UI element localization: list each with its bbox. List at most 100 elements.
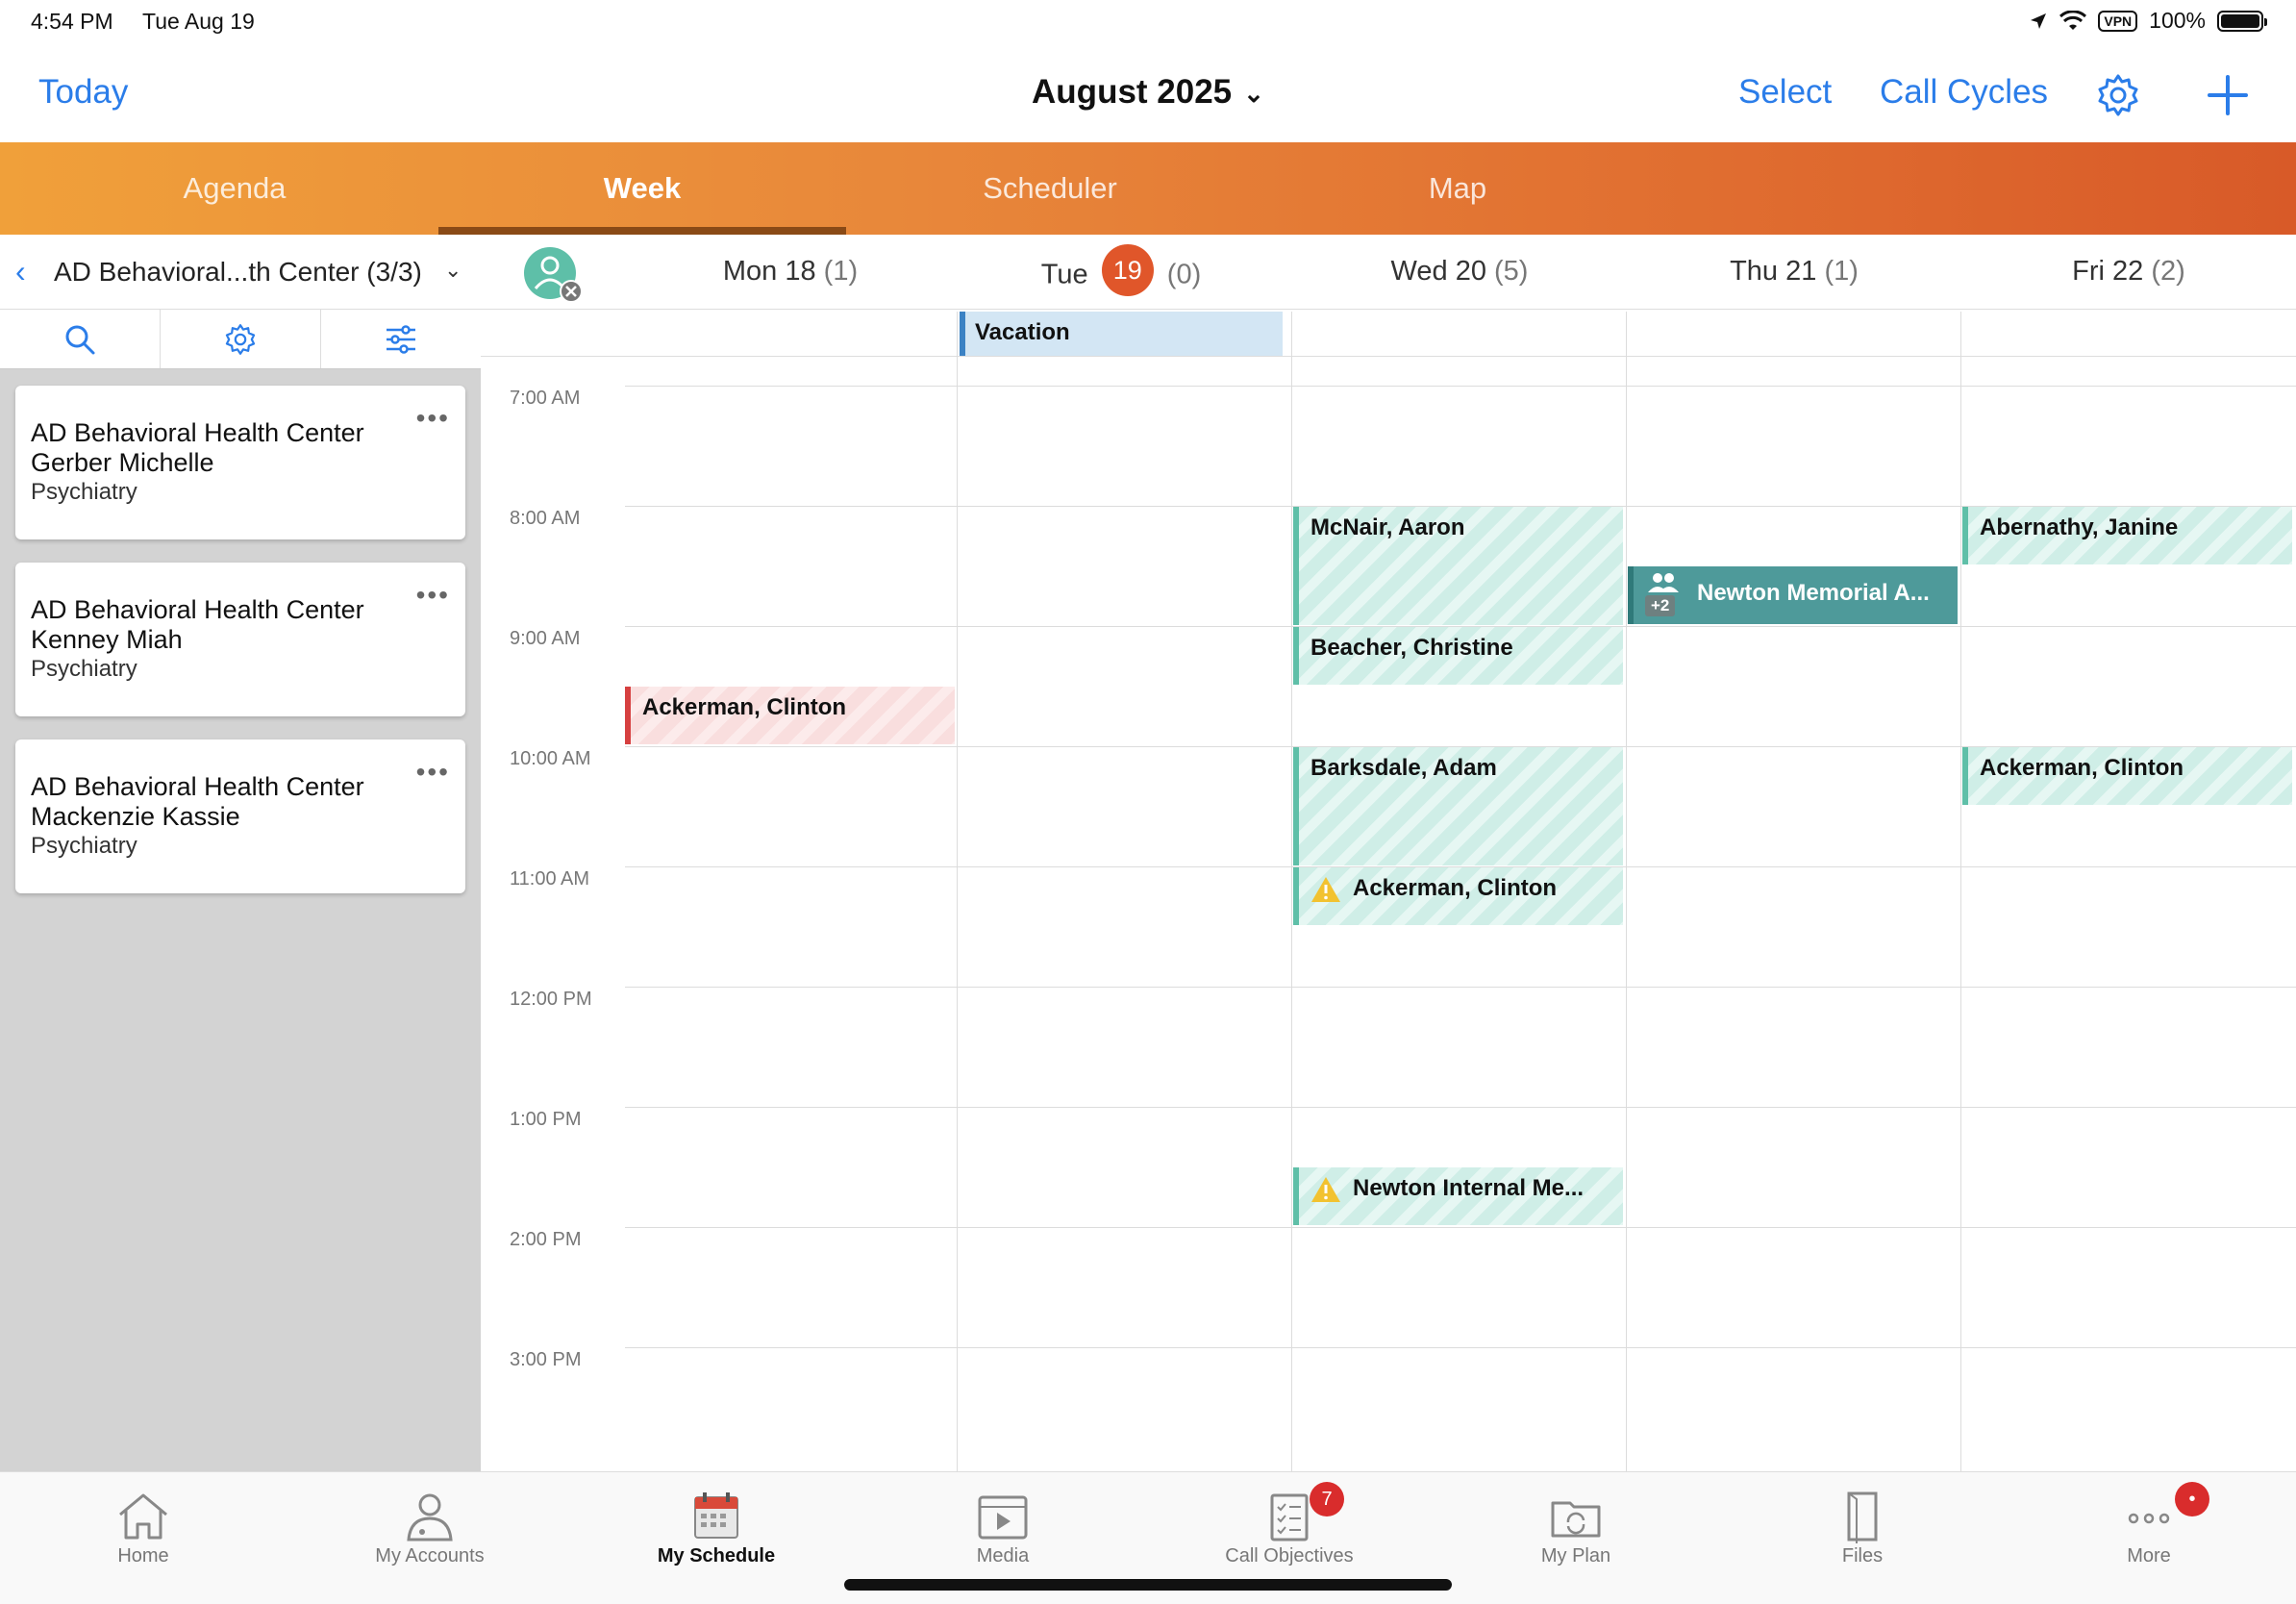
hour-line	[625, 386, 2296, 387]
more-options-icon[interactable]: •••	[416, 757, 450, 788]
day-label: Fri 22	[2072, 256, 2144, 287]
tab-map[interactable]: Map	[1254, 142, 1661, 235]
notification-dot: •	[2175, 1482, 2209, 1516]
day-header-fri[interactable]: Fri 22 (2)	[1965, 256, 2292, 288]
time-label: 3:00 PM	[510, 1349, 582, 1370]
event-ackerman-mon[interactable]: Ackerman, Clinton	[625, 687, 955, 744]
tab-my-plan[interactable]: My Plan	[1433, 1482, 1719, 1578]
sliders-icon	[387, 324, 415, 354]
specialty: Psychiatry	[31, 833, 137, 859]
vpn-badge: VPN	[2098, 10, 2138, 32]
account-card[interactable]: AD Behavioral Health Center Kenney Miah …	[15, 563, 465, 716]
user-avatar-icon[interactable]	[523, 246, 583, 304]
day-divider	[1291, 312, 1292, 1471]
view-tabs: Agenda Week Scheduler Map	[0, 142, 2296, 235]
time-label: 1:00 PM	[510, 1109, 582, 1130]
call-cycles-button[interactable]: Call Cycles	[1880, 73, 2048, 112]
tab-files[interactable]: Files	[1719, 1482, 2006, 1578]
accounts-icon	[407, 1493, 453, 1541]
event-mcnair[interactable]: McNair, Aaron	[1293, 507, 1623, 625]
calendar-icon	[694, 1492, 738, 1539]
tab-call-objectives[interactable]: 7 Call Objectives	[1146, 1482, 1433, 1578]
tab-media[interactable]: Media	[860, 1482, 1146, 1578]
tab-my-accounts[interactable]: My Accounts	[287, 1482, 573, 1578]
status-bar: 4:54 PM Tue Aug 19 VPN 100%	[0, 0, 2296, 44]
folder-sync-icon	[1551, 1501, 1601, 1538]
event-ackerman-wed[interactable]: Ackerman, Clinton	[1293, 867, 1623, 925]
chevron-down-icon[interactable]: ⌄	[444, 258, 462, 283]
gear-icon	[225, 323, 256, 355]
warning-icon	[1311, 876, 1340, 902]
search-button[interactable]	[0, 310, 161, 368]
group-icon	[1648, 573, 1679, 592]
event-beacher[interactable]: Beacher, Christine	[1293, 627, 1623, 685]
tab-week[interactable]: Week	[438, 142, 846, 235]
event-title: Newton Internal Me...	[1353, 1175, 1585, 1201]
tab-label: My Plan	[1540, 1545, 1611, 1566]
day-label: Mon 18	[722, 256, 816, 287]
event-newton-internal[interactable]: Newton Internal Me...	[1293, 1167, 1623, 1225]
account-card[interactable]: AD Behavioral Health Center Mackenzie Ka…	[15, 739, 465, 893]
time-label: 11:00 AM	[510, 868, 590, 890]
day-divider	[957, 312, 958, 1471]
search-icon	[65, 325, 95, 354]
account-panel-title: AD Behavioral...th Center (3/3)	[54, 257, 422, 287]
time-label: 2:00 PM	[510, 1229, 582, 1250]
day-header-mon[interactable]: Mon 18 (1)	[627, 256, 954, 288]
hour-line	[625, 1107, 2296, 1108]
contact-name: Kenney Miah	[31, 625, 183, 654]
event-ackerman-fri[interactable]: Ackerman, Clinton	[1962, 747, 2292, 805]
status-time: 4:54 PM	[31, 9, 113, 34]
home-icon	[119, 1493, 167, 1540]
contact-name: Gerber Michelle	[31, 448, 214, 477]
all-day-event-vacation[interactable]: Vacation	[960, 312, 1283, 356]
more-options-icon[interactable]: •••	[416, 580, 450, 611]
event-abernathy[interactable]: Abernathy, Janine	[1962, 507, 2292, 564]
active-tab-indicator	[438, 227, 846, 235]
day-label: Thu 21	[1730, 256, 1817, 287]
day-header-thu[interactable]: Thu 21 (1)	[1631, 256, 1958, 288]
account-panel: ‹ AD Behavioral...th Center (3/3) ⌄ AD B…	[0, 235, 481, 1471]
account-panel-header[interactable]: ‹ AD Behavioral...th Center (3/3) ⌄	[0, 235, 481, 310]
back-chevron-icon[interactable]: ‹	[15, 254, 26, 289]
month-title: August 2025	[1032, 73, 1233, 111]
media-icon	[978, 1495, 1028, 1540]
select-button[interactable]: Select	[1738, 73, 1832, 112]
event-newton-memorial[interactable]: +2 Newton Memorial A...	[1628, 566, 1958, 624]
location-arrow-icon	[2031, 13, 2047, 29]
tab-home[interactable]: Home	[0, 1482, 287, 1578]
tab-label: My Accounts	[375, 1545, 485, 1566]
ellipsis-icon	[2128, 1513, 2170, 1524]
tab-more[interactable]: • More	[2006, 1482, 2292, 1578]
account-name: AD Behavioral Health Center	[31, 772, 364, 801]
day-header-tue[interactable]: Tue 19 (0)	[958, 244, 1285, 296]
wifi-icon	[2059, 10, 2087, 30]
account-card[interactable]: AD Behavioral Health Center Gerber Miche…	[15, 386, 465, 539]
tab-label: More	[2127, 1545, 2171, 1566]
filter-button[interactable]	[321, 310, 481, 368]
tab-scheduler[interactable]: Scheduler	[846, 142, 1254, 235]
all-day-divider	[481, 356, 2296, 357]
battery-icon	[2217, 10, 2267, 32]
more-options-icon[interactable]: •••	[416, 403, 450, 434]
specialty: Psychiatry	[31, 479, 137, 505]
attendee-count-badge: +2	[1645, 595, 1676, 616]
tab-agenda[interactable]: Agenda	[31, 142, 438, 235]
account-panel-tools	[0, 310, 481, 369]
status-right: VPN 100%	[2029, 8, 2267, 34]
files-icon	[1847, 1491, 1878, 1543]
battery-percent: 100%	[2149, 8, 2206, 33]
day-header-wed[interactable]: Wed 20 (5)	[1296, 256, 1623, 288]
home-indicator[interactable]	[844, 1579, 1452, 1591]
panel-settings-button[interactable]	[161, 310, 321, 368]
event-title: Newton Memorial A...	[1697, 580, 1930, 606]
event-title: Ackerman, Clinton	[1353, 875, 1558, 901]
day-count: (5)	[1494, 256, 1529, 287]
gear-icon[interactable]	[2096, 73, 2140, 117]
specialty: Psychiatry	[31, 656, 137, 682]
event-barksdale[interactable]: Barksdale, Adam	[1293, 747, 1623, 865]
status-date: Tue Aug 19	[142, 9, 255, 34]
day-count: (2)	[2151, 256, 2185, 287]
plus-icon[interactable]	[2204, 71, 2252, 119]
tab-my-schedule[interactable]: My Schedule	[573, 1482, 860, 1578]
